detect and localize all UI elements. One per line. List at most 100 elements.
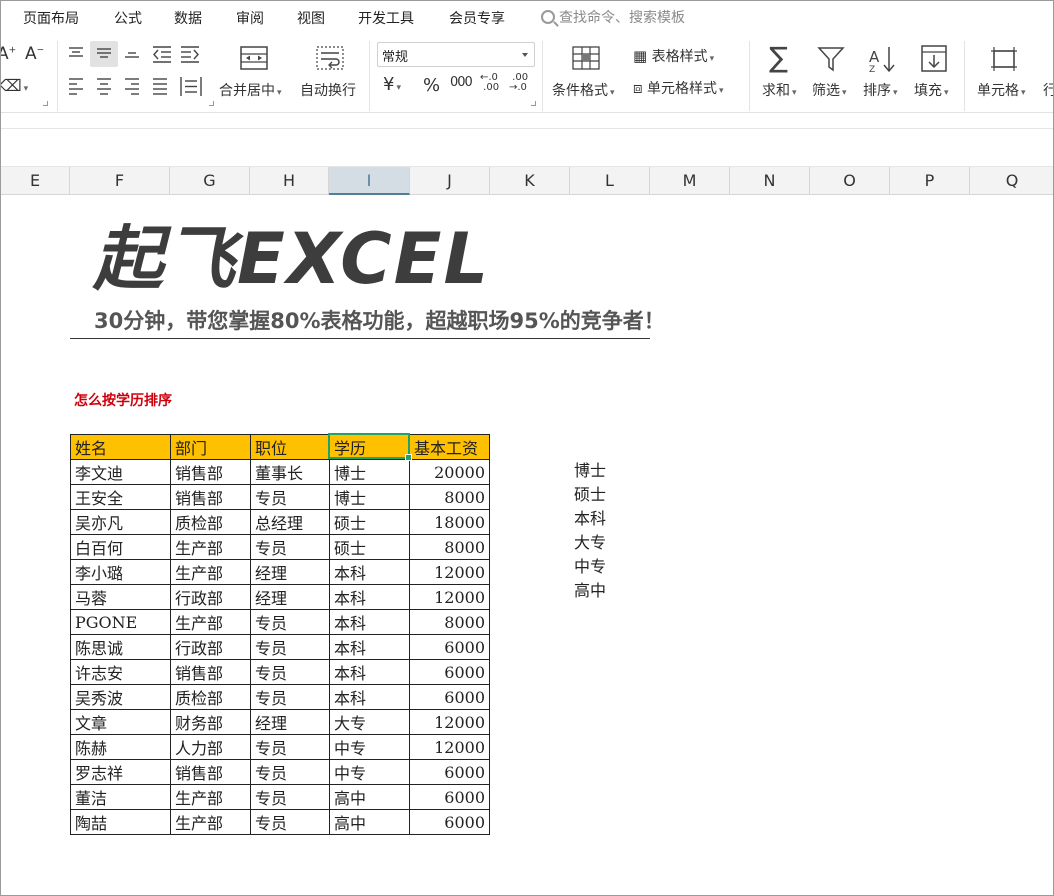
number-dialog-launcher[interactable]	[531, 101, 536, 106]
table-cell[interactable]: 20000	[409, 459, 490, 485]
menu-developer[interactable]: 开发工具	[358, 8, 414, 28]
increase-decimal-button[interactable]: ←.0 .00	[480, 73, 502, 93]
table-cell[interactable]: 总经理	[250, 509, 330, 535]
menu-data[interactable]: 数据	[174, 8, 202, 28]
command-search[interactable]: 查找命令、搜索模板	[541, 7, 685, 27]
order-list-cell[interactable]: 硕士	[574, 483, 606, 507]
alignment-icons[interactable]	[63, 43, 213, 113]
font-grow-button[interactable]: A+	[1, 44, 16, 64]
header-cell-salary[interactable]: 基本工资	[409, 434, 490, 460]
table-cell[interactable]: 生产部	[170, 784, 251, 810]
table-cell[interactable]: 8000	[409, 534, 490, 560]
table-cell[interactable]: 6000	[409, 634, 490, 660]
table-cell[interactable]: 专员	[250, 684, 330, 710]
table-cell[interactable]: 专员	[250, 609, 330, 635]
table-cell[interactable]: 经理	[250, 709, 330, 735]
clear-format-button[interactable]: ⌫ ▾	[1, 76, 28, 95]
table-cell[interactable]: 质检部	[170, 684, 251, 710]
order-list-cell[interactable]: 高中	[574, 579, 606, 603]
table-cell[interactable]: 文章	[70, 709, 171, 735]
table-cell[interactable]: 财务部	[170, 709, 251, 735]
column-header[interactable]: P	[890, 167, 970, 195]
menu-formulas[interactable]: 公式	[114, 8, 142, 28]
order-list-cell[interactable]: 大专	[574, 531, 606, 555]
table-cell[interactable]: 6000	[409, 759, 490, 785]
table-cell[interactable]: 中专	[329, 759, 410, 785]
table-cell[interactable]: 行政部	[170, 584, 251, 610]
menu-member[interactable]: 会员专享	[449, 8, 505, 28]
table-cell[interactable]: 销售部	[170, 484, 251, 510]
align-dialog-launcher[interactable]	[209, 101, 214, 106]
table-cell[interactable]: 硕士	[329, 509, 410, 535]
column-header[interactable]: H	[250, 167, 329, 195]
table-cell[interactable]: 陈赫	[70, 734, 171, 760]
cell-button[interactable]: 单元格 ▾	[977, 80, 1026, 100]
table-cell[interactable]: 12000	[409, 734, 490, 760]
table-cell[interactable]: 质检部	[170, 509, 251, 535]
table-cell[interactable]: 12000	[409, 559, 490, 585]
table-cell[interactable]: 陶喆	[70, 809, 171, 835]
table-cell[interactable]: 专员	[250, 759, 330, 785]
thousands-separator-button[interactable]: 000	[450, 75, 473, 90]
header-cell-position[interactable]: 职位	[250, 434, 330, 460]
table-cell[interactable]: 李小璐	[70, 559, 171, 585]
table-cell[interactable]: 博士	[329, 459, 410, 485]
table-cell[interactable]: 人力部	[170, 734, 251, 760]
table-cell[interactable]: 博士	[329, 484, 410, 510]
table-cell[interactable]: 生产部	[170, 559, 251, 585]
table-cell[interactable]: 专员	[250, 634, 330, 660]
table-cell[interactable]: 专员	[250, 534, 330, 560]
table-cell[interactable]: 12000	[409, 584, 490, 610]
column-header[interactable]: E	[1, 167, 70, 195]
table-cell[interactable]: 专员	[250, 809, 330, 835]
table-cell[interactable]: 本科	[329, 659, 410, 685]
table-cell[interactable]: 吴亦凡	[70, 509, 171, 535]
table-cell[interactable]: 大专	[329, 709, 410, 735]
sum-button[interactable]: 求和 ▾	[762, 80, 797, 100]
table-cell[interactable]: 8000	[409, 609, 490, 635]
table-cell[interactable]: 本科	[329, 684, 410, 710]
column-header[interactable]: M	[650, 167, 730, 195]
table-cell[interactable]: 本科	[329, 559, 410, 585]
table-cell[interactable]: 白百何	[70, 534, 171, 560]
sheet-subtitle[interactable]: 怎么按学历排序	[74, 390, 172, 410]
column-header[interactable]: F	[70, 167, 170, 195]
table-cell[interactable]: 6000	[409, 809, 490, 835]
column-header[interactable]: Q	[970, 167, 1053, 195]
table-cell[interactable]: PGONE	[70, 609, 171, 635]
column-header-selected[interactable]: I	[329, 167, 410, 195]
table-cell[interactable]: 销售部	[170, 659, 251, 685]
column-header[interactable]: N	[730, 167, 810, 195]
table-cell[interactable]: 中专	[329, 734, 410, 760]
table-cell[interactable]: 李文迪	[70, 459, 171, 485]
table-cell[interactable]: 生产部	[170, 534, 251, 560]
table-cell[interactable]: 生产部	[170, 609, 251, 635]
percent-button[interactable]: %	[423, 75, 440, 96]
font-shrink-button[interactable]: A−	[25, 44, 44, 64]
sort-button[interactable]: 排序 ▾	[863, 80, 898, 100]
font-dialog-launcher[interactable]	[43, 101, 48, 106]
table-cell[interactable]: 董事长	[250, 459, 330, 485]
table-cell[interactable]: 罗志祥	[70, 759, 171, 785]
header-cell-dept[interactable]: 部门	[170, 434, 251, 460]
column-header[interactable]: J	[410, 167, 490, 195]
column-header[interactable]: K	[490, 167, 570, 195]
column-header[interactable]: L	[570, 167, 650, 195]
table-cell[interactable]: 专员	[250, 659, 330, 685]
conditional-format-button[interactable]: 条件格式 ▾	[552, 80, 615, 100]
order-list-cell[interactable]: 本科	[574, 507, 606, 531]
table-cell[interactable]: 12000	[409, 709, 490, 735]
decrease-decimal-button[interactable]: .00 →.0	[509, 73, 531, 93]
fill-button[interactable]: 填充 ▾	[914, 80, 949, 100]
formula-bar[interactable]	[1, 113, 1053, 129]
table-cell[interactable]: 硕士	[329, 534, 410, 560]
table-cell[interactable]: 本科	[329, 634, 410, 660]
table-style-button[interactable]: ▦ 表格样式 ▾	[633, 46, 714, 66]
table-cell[interactable]: 高中	[329, 784, 410, 810]
table-cell[interactable]: 生产部	[170, 809, 251, 835]
wrap-text-button[interactable]: 自动换行	[300, 80, 356, 100]
table-cell[interactable]: 专员	[250, 784, 330, 810]
header-cell-education[interactable]: 学历	[329, 434, 410, 460]
menu-page-layout[interactable]: 页面布局	[23, 8, 79, 28]
table-cell[interactable]: 6000	[409, 684, 490, 710]
